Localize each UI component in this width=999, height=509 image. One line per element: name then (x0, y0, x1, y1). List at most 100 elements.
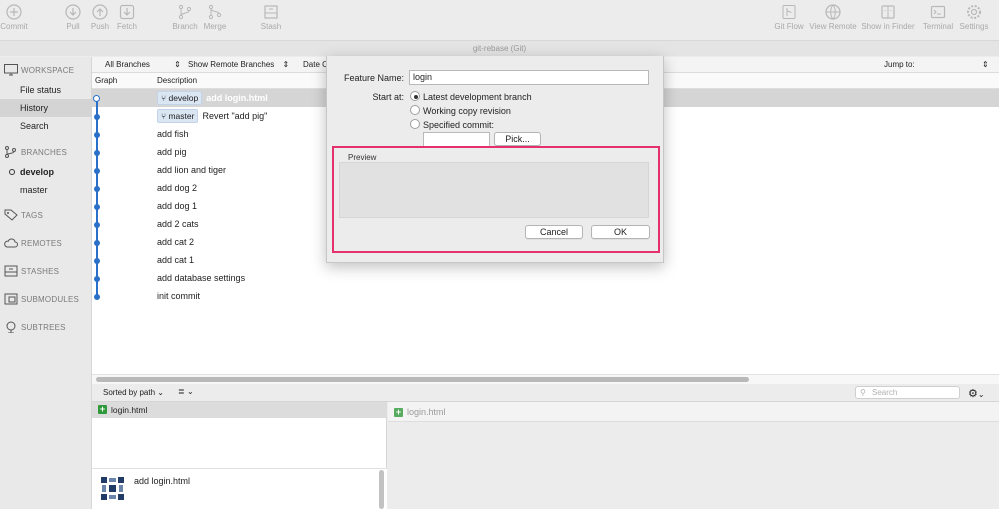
subtrees-section[interactable]: SUBTREES (4, 321, 66, 333)
submodule-icon (4, 293, 18, 305)
subtree-icon (6, 321, 16, 333)
graph-line (96, 98, 98, 298)
terminal-icon (930, 5, 946, 19)
merge-button[interactable]: Merge (193, 4, 237, 31)
commit-message: Revert "add pig" (202, 111, 268, 121)
commit-button[interactable]: Commit (0, 4, 36, 31)
vertical-scrollbar[interactable] (379, 470, 384, 509)
graph-node (94, 204, 100, 210)
gear-icon (967, 5, 981, 19)
pick-button[interactable]: Pick... (494, 132, 541, 146)
graph-node (94, 132, 100, 138)
graph-node (94, 276, 100, 282)
commit-message: add pig (157, 147, 187, 157)
avatar (99, 475, 126, 502)
graph-node (94, 168, 100, 174)
settings-button[interactable]: Settings (952, 4, 996, 31)
graph-node (94, 186, 100, 192)
stashes-section[interactable]: STASHES (4, 265, 59, 277)
gear-icon: ⚙ (968, 388, 978, 400)
branch-icon (178, 4, 192, 20)
search-input[interactable]: ⚲ Search (855, 386, 960, 399)
file-row[interactable]: + login.html (92, 402, 387, 418)
branches-filter[interactable]: All Branches ⇕ (105, 60, 181, 69)
remotes-section[interactable]: REMOTES (4, 237, 62, 249)
view-remote-button[interactable]: View Remote (808, 4, 858, 31)
specified-commit-radio[interactable] (410, 119, 420, 129)
fetch-icon (119, 4, 135, 20)
search-icon: ⚲ (860, 388, 866, 397)
start-at-label: Start at: (372, 92, 404, 102)
working-copy-radio[interactable] (410, 105, 420, 115)
submodules-section[interactable]: SUBMODULES (4, 293, 79, 305)
commit-row[interactable]: add database settings (92, 269, 999, 287)
tag-icon (4, 209, 18, 221)
commit-details: add login.html (92, 468, 387, 509)
chevron-updown-icon: ⇕ (282, 60, 290, 69)
tags-section[interactable]: TAGS (4, 209, 43, 221)
remote-branches-filter[interactable]: Show Remote Branches ⇕ (188, 60, 289, 69)
added-file-icon: + (98, 404, 107, 414)
date-order-filter[interactable]: Date O (303, 60, 328, 69)
branch-icon (5, 146, 16, 158)
diff-panel: + login.html (388, 402, 999, 509)
show-in-finder-button[interactable]: Show in Finder (860, 4, 916, 31)
working-copy-label: Working copy revision (423, 106, 511, 116)
chevron-down-icon: ⌄ (977, 390, 985, 399)
action-gear-dropdown[interactable]: ⚙⌄ (968, 387, 985, 400)
commit-message: add lion and tiger (157, 165, 227, 175)
finder-icon (881, 5, 895, 19)
commit-row[interactable]: init commit (92, 287, 999, 305)
commit-message: add dog 1 (157, 201, 198, 211)
stash-button[interactable]: Stash (249, 4, 293, 31)
sidebar-item-master[interactable]: master (0, 181, 92, 199)
sort-dropdown[interactable]: Sorted by path ⌄ (103, 388, 164, 397)
sidebar-item-history[interactable]: History (0, 99, 92, 117)
commit-icon (6, 4, 22, 20)
latest-development-radio[interactable] (410, 91, 420, 101)
commit-message: add login.html (206, 93, 268, 103)
commit-message: add database settings (157, 273, 246, 283)
commit-message: add cat 2 (157, 237, 195, 247)
graph-node-head (93, 95, 100, 102)
sidebar-item-develop[interactable]: develop (0, 163, 92, 181)
git-flow-button[interactable]: Git Flow (767, 4, 811, 31)
commit-message: add cat 1 (157, 255, 195, 265)
sidebar-item-search[interactable]: Search (0, 117, 92, 135)
git-flow-icon (782, 5, 796, 19)
branch-tag-develop: ⑂ develop (157, 91, 203, 105)
feature-name-label: Feature Name: (343, 73, 404, 83)
view-mode-dropdown[interactable]: ≣ ⌄ (178, 387, 194, 396)
jump-to-label: Jump to: (884, 60, 915, 69)
horizontal-scrollbar[interactable] (96, 377, 749, 382)
highlight-frame (332, 146, 660, 253)
chevron-updown-icon[interactable]: ⇕ (982, 60, 989, 69)
commit-message: add dog 2 (157, 183, 198, 193)
commit-summary: add login.html (134, 476, 191, 486)
latest-development-label: Latest development branch (423, 92, 532, 102)
list-icon: ≣ (178, 387, 185, 396)
graph-column-header[interactable]: Graph (95, 76, 117, 85)
graph-node (94, 114, 100, 120)
window-title: git-rebase (Git) (0, 40, 999, 56)
fetch-button[interactable]: Fetch (105, 4, 149, 31)
stash-icon (4, 265, 18, 277)
description-column-header[interactable]: Description (157, 76, 197, 85)
workspace-section: WORKSPACE (4, 64, 74, 76)
commit-hash-field[interactable] (423, 132, 490, 147)
cloud-icon (4, 238, 18, 248)
graph-node (94, 258, 100, 264)
graph-node (94, 294, 100, 300)
sidebar-item-file-status[interactable]: File status (0, 81, 92, 99)
chevron-updown-icon: ⇕ (174, 60, 181, 69)
merge-icon (208, 4, 222, 20)
commit-message: init commit (157, 291, 201, 301)
toolbar: Commit Pull Push Fetch Branch Merge Stas… (0, 0, 999, 38)
globe-icon (825, 4, 841, 20)
graph-node (94, 150, 100, 156)
graph-node (94, 240, 100, 246)
feature-name-field[interactable]: login (409, 70, 649, 85)
branches-section[interactable]: BRANCHES (4, 146, 67, 158)
specified-commit-label: Specified commit: (423, 120, 495, 130)
graph-node (94, 222, 100, 228)
